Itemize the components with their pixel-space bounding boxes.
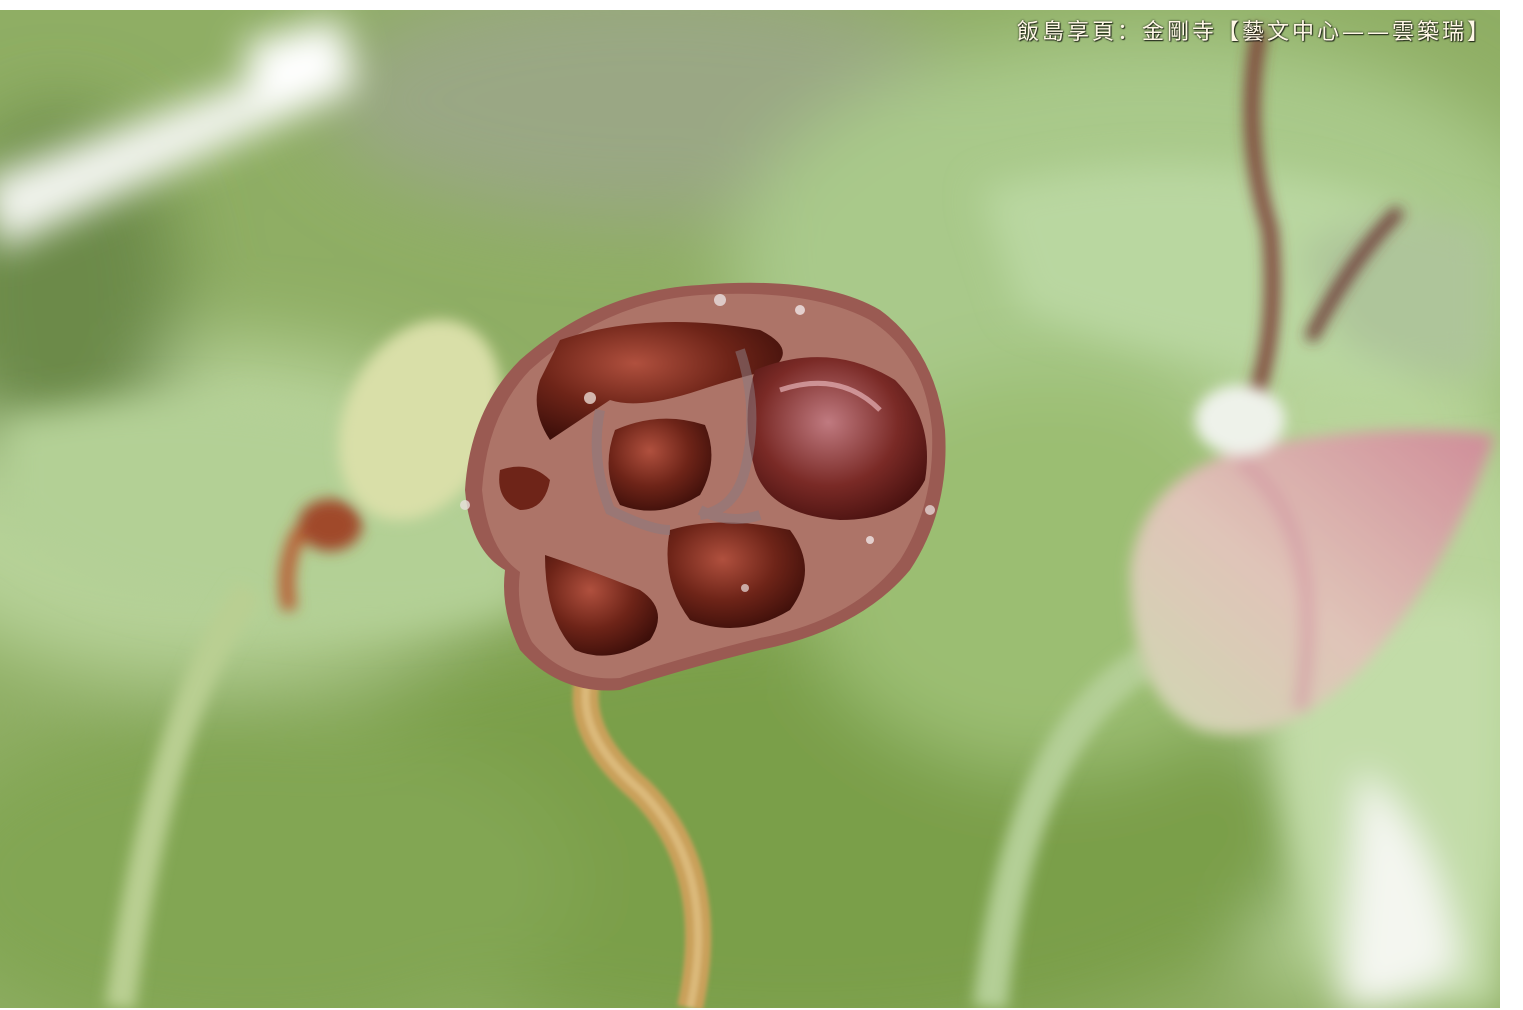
photo-frame: 飯島享頁：金剛寺【藝文中心——雲築瑞】 <box>0 10 1500 1008</box>
watermark-caption: 飯島享頁：金剛寺【藝文中心——雲築瑞】 <box>1016 20 1492 45</box>
lotus-photo <box>0 10 1500 1008</box>
